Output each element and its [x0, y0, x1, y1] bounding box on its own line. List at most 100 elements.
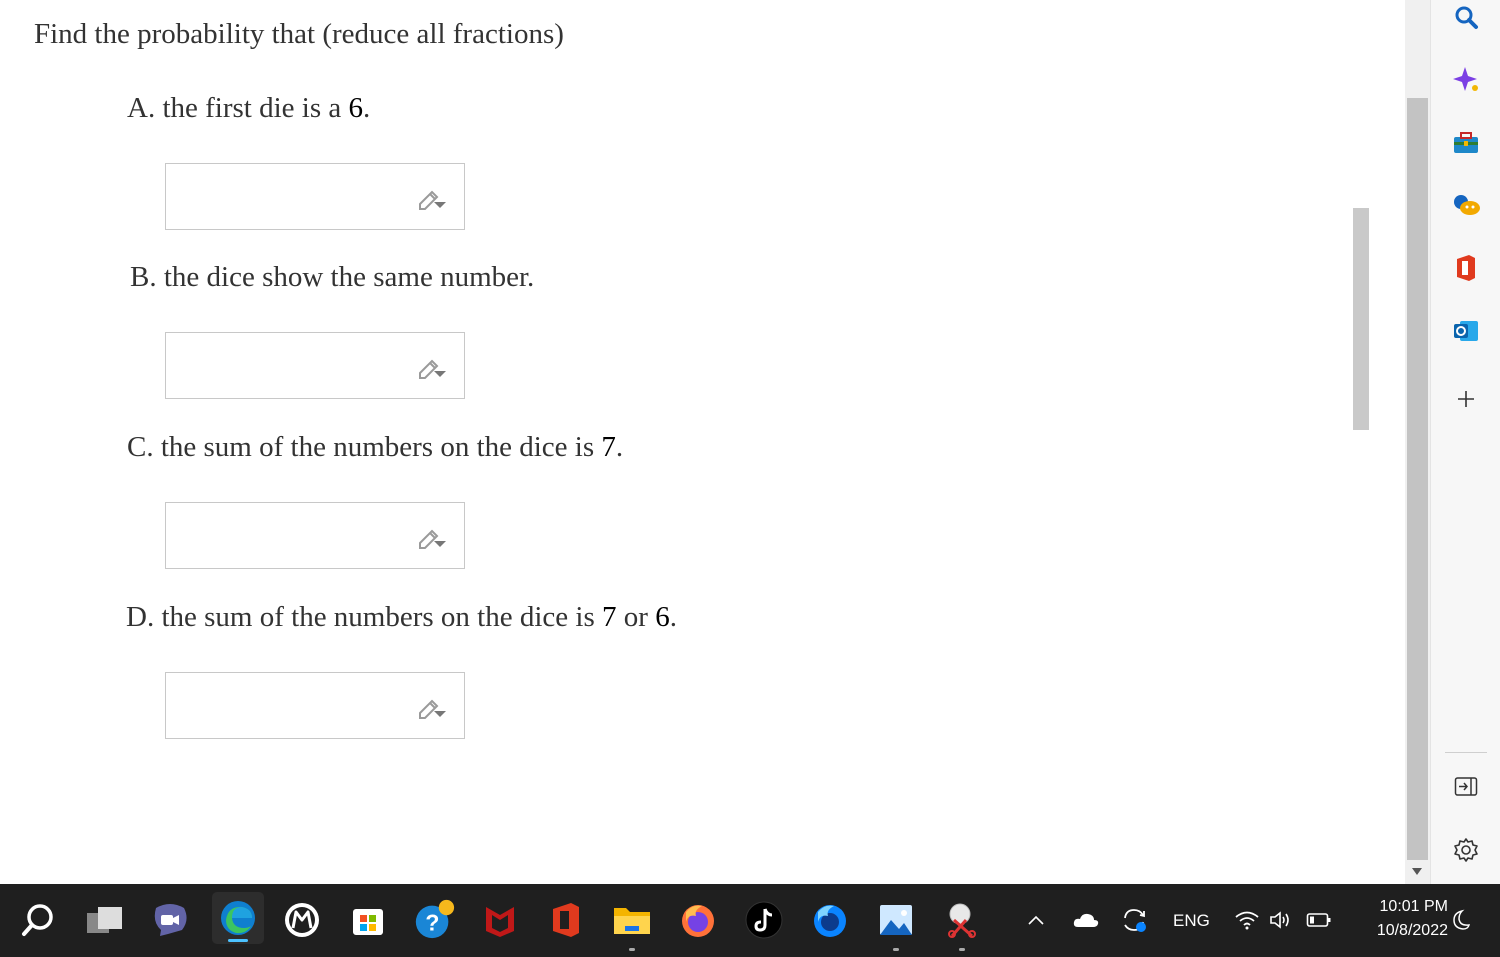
question-text: the first die is a [162, 92, 342, 124]
wifi-button[interactable] [1232, 898, 1262, 942]
edge-sidebar [1430, 0, 1500, 884]
volume-button[interactable] [1266, 898, 1296, 942]
windows-taskbar: ? ENG 10:01 PM 10/8/2022 [0, 884, 1500, 957]
sync-status-button[interactable] [1114, 898, 1154, 942]
sidebar-outlook-button[interactable] [1449, 314, 1483, 348]
battery-button[interactable] [1303, 898, 1335, 942]
question-c: C. the sum of the numbers on the dice is… [127, 431, 623, 464]
question-letter: B. [130, 261, 157, 293]
pencil-icon[interactable] [416, 184, 450, 214]
question-letter: A. [127, 92, 156, 124]
pencil-icon[interactable] [416, 693, 450, 723]
firefox-icon [682, 905, 714, 937]
search-icon [1455, 6, 1478, 29]
task-view-icon [87, 907, 122, 933]
chevron-up-icon [1028, 915, 1044, 925]
focus-assist-button[interactable] [1448, 898, 1472, 942]
answer-input-a[interactable] [165, 163, 465, 230]
question-a: A. the first die is a 6. [127, 92, 370, 125]
games-icon [1454, 195, 1480, 215]
clock-date[interactable]: 10/8/2022 [1352, 922, 1448, 940]
question-text: the sum of the numbers on the dice is [161, 601, 595, 633]
taskbar-edge-button[interactable] [212, 892, 264, 944]
taskbar-search-button[interactable] [16, 898, 60, 942]
question-number: 7 [602, 601, 617, 633]
scrollbar-thumb[interactable] [1407, 98, 1428, 860]
onedrive-button[interactable] [1066, 898, 1106, 942]
answer-input-d[interactable] [165, 672, 465, 739]
taskbar-tiktok-button[interactable] [742, 898, 786, 942]
store-icon [353, 909, 383, 935]
folder-icon [614, 908, 650, 934]
battery-icon [1306, 913, 1331, 927]
problem-prompt: Find the probability that (reduce all fr… [34, 18, 564, 50]
sidebar-add-button[interactable] [1449, 382, 1483, 416]
settings-icon [1454, 838, 1478, 862]
taskbar-photos-button[interactable] [874, 898, 918, 951]
office-icon [553, 903, 579, 937]
language-indicator[interactable]: ENG [1173, 911, 1210, 931]
taskbar-mcafee-button[interactable] [478, 898, 522, 942]
volume-icon [1270, 911, 1289, 929]
outlook-icon [1454, 321, 1478, 341]
answer-input-b[interactable] [165, 332, 465, 399]
edge-icon [221, 901, 255, 935]
office-icon [1457, 255, 1475, 281]
taskbar-task-view-button[interactable] [82, 898, 126, 942]
taskbar-office-button[interactable] [544, 898, 588, 942]
taskbar-firefox-developer-button[interactable] [808, 898, 852, 942]
running-indicator [959, 948, 965, 951]
taskbar-help-button[interactable]: ? [412, 898, 456, 942]
running-indicator [629, 948, 635, 951]
help-icon: ? [415, 899, 455, 939]
browser-icon [285, 903, 319, 937]
cloud-icon [1073, 913, 1099, 927]
search-icon [22, 904, 53, 936]
svg-text:?: ? [425, 910, 439, 936]
question-end: . [615, 431, 624, 463]
clock-time[interactable]: 10:01 PM [1352, 898, 1448, 916]
inner-scrollbar-thumb[interactable] [1353, 208, 1369, 430]
sidebar-games-button[interactable] [1449, 188, 1483, 222]
pencil-icon[interactable] [416, 353, 450, 383]
taskbar-teams-chat-button[interactable] [148, 898, 192, 942]
sidebar-hide-button[interactable] [1449, 770, 1483, 804]
taskbar-snipping-tool-button[interactable] [940, 898, 984, 951]
chat-icon [154, 904, 187, 936]
page-scrollbar[interactable] [1405, 0, 1430, 884]
pencil-icon[interactable] [416, 523, 450, 553]
sidebar-tools-button[interactable] [1449, 126, 1483, 160]
question-text: the sum of the numbers on the dice is [160, 431, 595, 463]
question-letter: D. [126, 601, 155, 633]
taskbar-firefox-button[interactable] [676, 898, 720, 942]
taskbar-browser-button[interactable] [280, 898, 324, 942]
wifi-icon [1235, 911, 1259, 930]
mcafee-icon [486, 907, 514, 937]
taskbar-store-button[interactable] [346, 898, 390, 942]
sidebar-settings-button[interactable] [1449, 833, 1483, 867]
question-end: . [669, 601, 677, 633]
question-end: . [363, 92, 371, 124]
add-icon [1458, 391, 1474, 407]
question-number: 7 [601, 431, 616, 463]
tiktok-icon [745, 901, 783, 939]
page-content: Find the probability that (reduce all fr… [0, 0, 1405, 884]
firefox-developer-icon [814, 905, 846, 937]
photos-icon [880, 905, 912, 935]
answer-input-c[interactable] [165, 502, 465, 569]
sidebar-office-button[interactable] [1449, 251, 1483, 285]
question-b: B. the dice show the same number. [130, 261, 534, 294]
show-hidden-icons-button[interactable] [1016, 898, 1056, 942]
question-number: 6 [348, 92, 364, 124]
question-connector: or [623, 601, 648, 633]
sidebar-copilot-button[interactable] [1449, 62, 1483, 96]
question-number: 6 [655, 601, 670, 633]
question-d: D. the sum of the numbers on the dice is… [126, 601, 677, 634]
running-indicator [893, 948, 899, 951]
question-letter: C. [127, 431, 154, 463]
tools-icon [1454, 132, 1478, 153]
sidebar-divider [1445, 752, 1487, 753]
taskbar-file-explorer-button[interactable] [610, 898, 654, 951]
scroll-down-arrow-icon[interactable] [1412, 868, 1422, 875]
sidebar-search-button[interactable] [1449, 0, 1483, 34]
